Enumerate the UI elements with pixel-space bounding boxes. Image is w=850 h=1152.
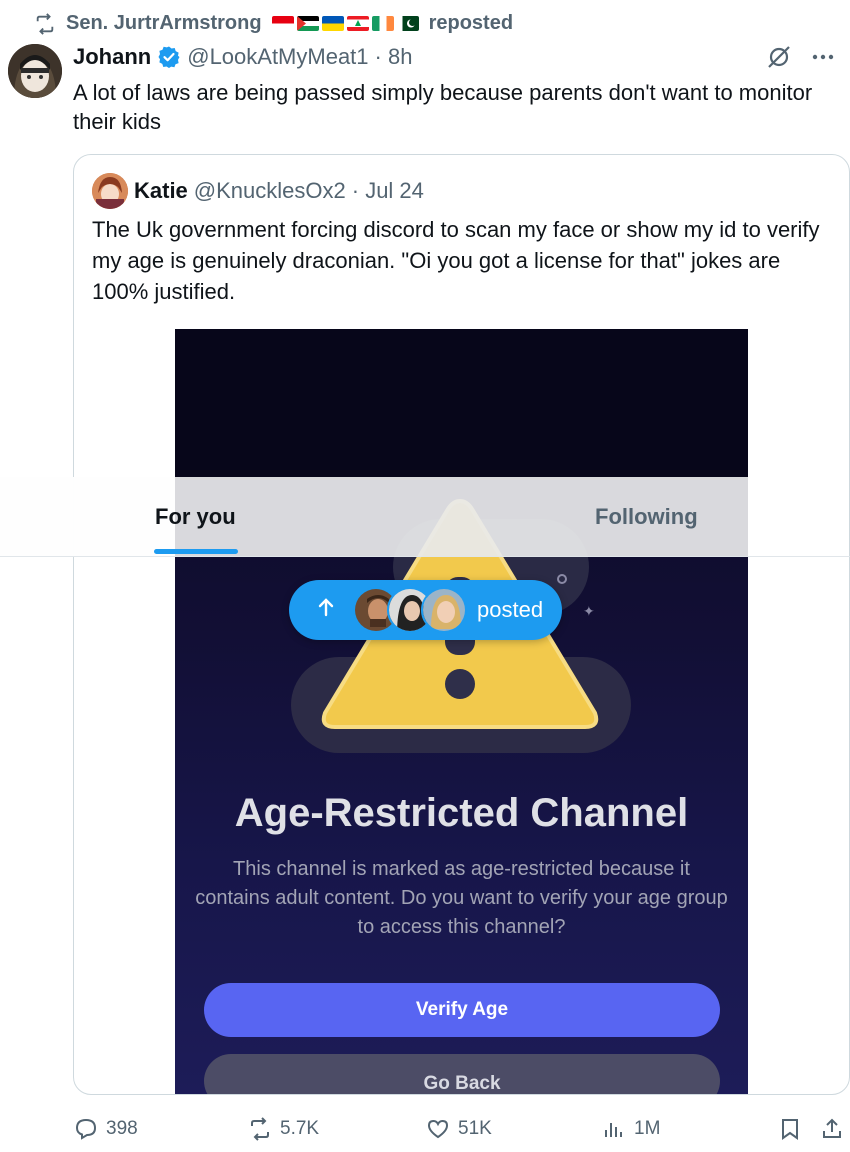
- tab-following[interactable]: Following: [595, 477, 698, 557]
- quote-author-name[interactable]: Katie: [134, 178, 188, 204]
- quote-author-avatar[interactable]: [92, 173, 128, 209]
- flag-ireland-icon: [371, 16, 394, 31]
- author-avatar[interactable]: [8, 44, 62, 98]
- image-dark-band: [175, 329, 748, 479]
- verified-badge-icon[interactable]: [157, 45, 181, 69]
- reply-count: 398: [106, 1118, 138, 1139]
- views-icon: [605, 1123, 622, 1137]
- grok-icon[interactable]: [766, 44, 792, 70]
- repost-icon: [251, 1117, 269, 1141]
- repost-suffix: reposted: [428, 12, 514, 34]
- tweet-action-bar: 398 5.7K 51K 1M: [74, 1112, 850, 1146]
- tweet-top-actions: [766, 44, 836, 70]
- repost-context[interactable]: Sen. JurtrArmstrong reposted: [34, 12, 513, 35]
- quote-header: Katie @KnucklesOx2 · Jul 24: [92, 173, 424, 209]
- age-restricted-description: This channel is marked as age-restricted…: [195, 858, 728, 938]
- quote-author-handle[interactable]: @KnucklesOx2: [194, 178, 346, 204]
- bookmark-icon: [782, 1119, 798, 1140]
- reply-icon: [75, 1118, 97, 1140]
- author-handle[interactable]: @LookAtMyMeat1: [187, 44, 368, 70]
- flag-palestine-icon: [296, 16, 319, 31]
- flag-emojis: [271, 16, 419, 31]
- flag-lebanon-icon: [346, 16, 369, 31]
- view-count: 1M: [634, 1118, 661, 1139]
- quote-text: The Uk government forcing discord to sca…: [92, 217, 820, 304]
- timeline-tabs: For you Following: [0, 477, 748, 557]
- tab-for-you[interactable]: For you: [155, 477, 236, 557]
- age-restricted-title: Age-Restricted Channel: [234, 791, 689, 835]
- new-posts-pill[interactable]: posted: [289, 580, 562, 640]
- like-icon: [427, 1119, 449, 1139]
- tabs-bar-left-fill: [0, 477, 175, 557]
- like-count: 51K: [458, 1118, 492, 1139]
- repost-button[interactable]: 5.7K: [248, 1117, 319, 1141]
- tweet-text: A lot of laws are being passed simply be…: [73, 80, 813, 134]
- tweet-time[interactable]: · 8h: [375, 44, 413, 70]
- flag-indonesia-icon: [271, 16, 294, 31]
- author-name[interactable]: Johann: [73, 44, 151, 70]
- quote-attached-image[interactable]: ✦ Age-Restricted Channel This channel is…: [175, 329, 748, 1094]
- active-tab-indicator: [154, 549, 238, 554]
- quote-time[interactable]: · Jul 24: [352, 178, 424, 204]
- flag-ukraine-icon: [321, 16, 344, 31]
- repost-icon: [36, 12, 54, 35]
- like-button[interactable]: 51K: [426, 1117, 492, 1141]
- new-posts-label: posted: [477, 597, 544, 622]
- flag-pakistan-icon: [396, 16, 419, 31]
- go-back-button: Go Back: [204, 1054, 720, 1094]
- avatar: [421, 587, 467, 633]
- tabs-divider: [0, 556, 850, 557]
- arrow-up-icon: [315, 596, 337, 624]
- reply-button[interactable]: 398: [74, 1117, 138, 1141]
- share-button[interactable]: [820, 1117, 844, 1141]
- verify-age-button: Verify Age: [204, 983, 720, 1037]
- share-icon: [823, 1118, 841, 1138]
- repost-count: 5.7K: [280, 1118, 320, 1139]
- repost-author[interactable]: Sen. JurtrArmstrong: [66, 12, 262, 35]
- tweet-header: Johann @LookAtMyMeat1 · 8h: [73, 44, 412, 70]
- more-icon[interactable]: [810, 44, 836, 70]
- new-posts-avatars: [353, 587, 467, 633]
- bookmark-button[interactable]: [778, 1117, 802, 1141]
- views-button[interactable]: 1M: [602, 1117, 660, 1141]
